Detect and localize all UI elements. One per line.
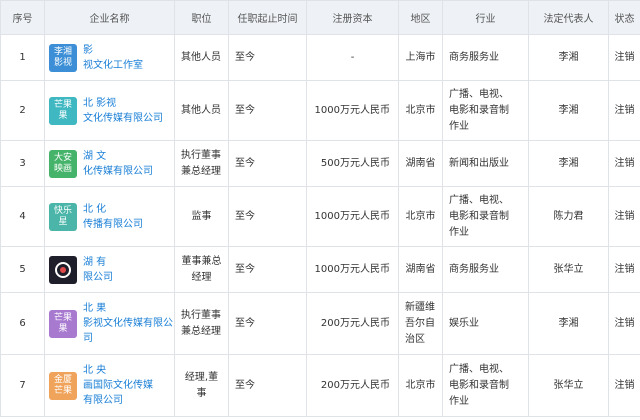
industry-cell: 娱乐业 [442, 292, 529, 355]
status-badge: 注销 [608, 34, 640, 81]
company-name-link[interactable]: 湖 文 化传媒有限公司 [83, 149, 153, 179]
capital-cell: - [306, 34, 399, 81]
company-logo: 芒果 果 [49, 96, 77, 125]
position-cell: 其他人员 [174, 80, 229, 141]
region-cell: 北京市 [398, 354, 443, 417]
header-legal-rep: 法定代表人 [528, 0, 609, 35]
company-logo: 李湘 影视 [49, 43, 77, 72]
capital-cell: 200万元人民币 [306, 354, 399, 417]
industry-cell: 广播、电视、 电影和录音制 作业 [442, 186, 529, 247]
status-badge: 注销 [608, 292, 640, 355]
company-cell[interactable]: 芒果 果 北 影视 文化传媒有限公司 [44, 80, 175, 141]
status-badge: 注销 [608, 80, 640, 141]
legal-rep-link[interactable]: 李湘 [528, 140, 609, 187]
company-name-link[interactable]: 北 央 画国际文化传媒 有限公司 [83, 363, 153, 408]
period-cell: 至今 [228, 34, 307, 81]
capital-cell: 1000万元人民币 [306, 246, 399, 293]
record-icon [55, 261, 71, 278]
period-cell: 至今 [228, 186, 307, 247]
table-header-row: 序号 企业名称 职位 任职起止时间 注册资本 地区 行业 法定代表人 状态 [0, 0, 640, 35]
company-logo: 芒果 果 [49, 309, 77, 338]
status-badge: 注销 [608, 186, 640, 247]
company-logo: 快乐 星 [49, 202, 77, 231]
row-index: 3 [0, 140, 45, 187]
company-name-link[interactable]: 影 视文化工作室 [83, 43, 143, 73]
capital-cell: 200万元人民币 [306, 292, 399, 355]
position-cell: 执行董事 兼总经理 [174, 292, 229, 355]
header-status: 状态 [608, 0, 640, 35]
region-cell: 湖南省 [398, 140, 443, 187]
capital-cell: 1000万元人民币 [306, 80, 399, 141]
header-index: 序号 [0, 0, 45, 35]
legal-rep-link[interactable]: 李湘 [528, 292, 609, 355]
region-cell: 北京市 [398, 80, 443, 141]
row-index: 2 [0, 80, 45, 141]
company-name-link[interactable]: 北 果 影视文化传媒有限公司 [83, 301, 174, 346]
region-cell: 新疆维 吾尔自 治区 [398, 292, 443, 355]
status-badge: 注销 [608, 140, 640, 187]
legal-rep-link[interactable]: 李湘 [528, 34, 609, 81]
industry-cell: 广播、电视、 电影和录音制 作业 [442, 80, 529, 141]
table-row: 1 李湘 影视 影 视文化工作室 其他人员 至今 - 上海市 商务服务业 李湘 … [0, 34, 640, 81]
table-row: 3 大安 映画 湖 文 化传媒有限公司 执行董事 兼总经理 至今 500万元人民… [0, 140, 640, 187]
company-cell[interactable]: 金厦 芒果 北 央 画国际文化传媒 有限公司 [44, 354, 175, 417]
company-name-link[interactable]: 北 化 传播有限公司 [83, 202, 143, 232]
legal-rep-link[interactable]: 张华立 [528, 354, 609, 417]
legal-rep-link[interactable]: 陈力君 [528, 186, 609, 247]
region-cell: 北京市 [398, 186, 443, 247]
company-cell[interactable]: 大安 映画 湖 文 化传媒有限公司 [44, 140, 175, 187]
region-cell: 湖南省 [398, 246, 443, 293]
period-cell: 至今 [228, 354, 307, 417]
company-table: 序号 企业名称 职位 任职起止时间 注册资本 地区 行业 法定代表人 状态 1 … [0, 0, 640, 417]
company-cell[interactable]: 湖 有 限公司 [44, 246, 175, 293]
position-cell: 董事兼总 经理 [174, 246, 229, 293]
capital-cell: 500万元人民币 [306, 140, 399, 187]
period-cell: 至今 [228, 246, 307, 293]
row-index: 6 [0, 292, 45, 355]
capital-cell: 1000万元人民币 [306, 186, 399, 247]
company-cell[interactable]: 芒果 果 北 果 影视文化传媒有限公司 [44, 292, 175, 355]
region-cell: 上海市 [398, 34, 443, 81]
position-cell: 执行董事 兼总经理 [174, 140, 229, 187]
table-row: 4 快乐 星 北 化 传播有限公司 监事 至今 1000万元人民币 北京市 广播… [0, 186, 640, 247]
header-industry: 行业 [442, 0, 529, 35]
legal-rep-link[interactable]: 张华立 [528, 246, 609, 293]
company-logo [49, 255, 77, 284]
industry-cell: 商务服务业 [442, 34, 529, 81]
status-badge: 注销 [608, 246, 640, 293]
status-badge: 注销 [608, 354, 640, 417]
header-region: 地区 [398, 0, 443, 35]
table-row: 2 芒果 果 北 影视 文化传媒有限公司 其他人员 至今 1000万元人民币 北… [0, 80, 640, 141]
legal-rep-link[interactable]: 李湘 [528, 80, 609, 141]
position-cell: 监事 [174, 186, 229, 247]
industry-cell: 商务服务业 [442, 246, 529, 293]
period-cell: 至今 [228, 140, 307, 187]
position-cell: 其他人员 [174, 34, 229, 81]
header-period: 任职起止时间 [228, 0, 307, 35]
company-name-link[interactable]: 湖 有 限公司 [83, 255, 113, 285]
row-index: 7 [0, 354, 45, 417]
row-index: 5 [0, 246, 45, 293]
header-company: 企业名称 [44, 0, 175, 35]
company-cell[interactable]: 快乐 星 北 化 传播有限公司 [44, 186, 175, 247]
industry-cell: 新闻和出版业 [442, 140, 529, 187]
row-index: 1 [0, 34, 45, 81]
header-position: 职位 [174, 0, 229, 35]
row-index: 4 [0, 186, 45, 247]
period-cell: 至今 [228, 292, 307, 355]
company-name-link[interactable]: 北 影视 文化传媒有限公司 [83, 96, 163, 126]
period-cell: 至今 [228, 80, 307, 141]
company-logo: 金厦 芒果 [49, 371, 77, 400]
company-logo: 大安 映画 [49, 149, 77, 178]
table-row: 6 芒果 果 北 果 影视文化传媒有限公司 执行董事 兼总经理 至今 200万元… [0, 292, 640, 355]
table-row: 7 金厦 芒果 北 央 画国际文化传媒 有限公司 经理,董 事 至今 200万元… [0, 354, 640, 417]
position-cell: 经理,董 事 [174, 354, 229, 417]
company-cell[interactable]: 李湘 影视 影 视文化工作室 [44, 34, 175, 81]
industry-cell: 广播、电视、 电影和录音制 作业 [442, 354, 529, 417]
table-row: 5 湖 有 限公司 董事兼总 经理 至今 1000万元人民币 湖南省 商务服务业… [0, 246, 640, 293]
header-capital: 注册资本 [306, 0, 399, 35]
